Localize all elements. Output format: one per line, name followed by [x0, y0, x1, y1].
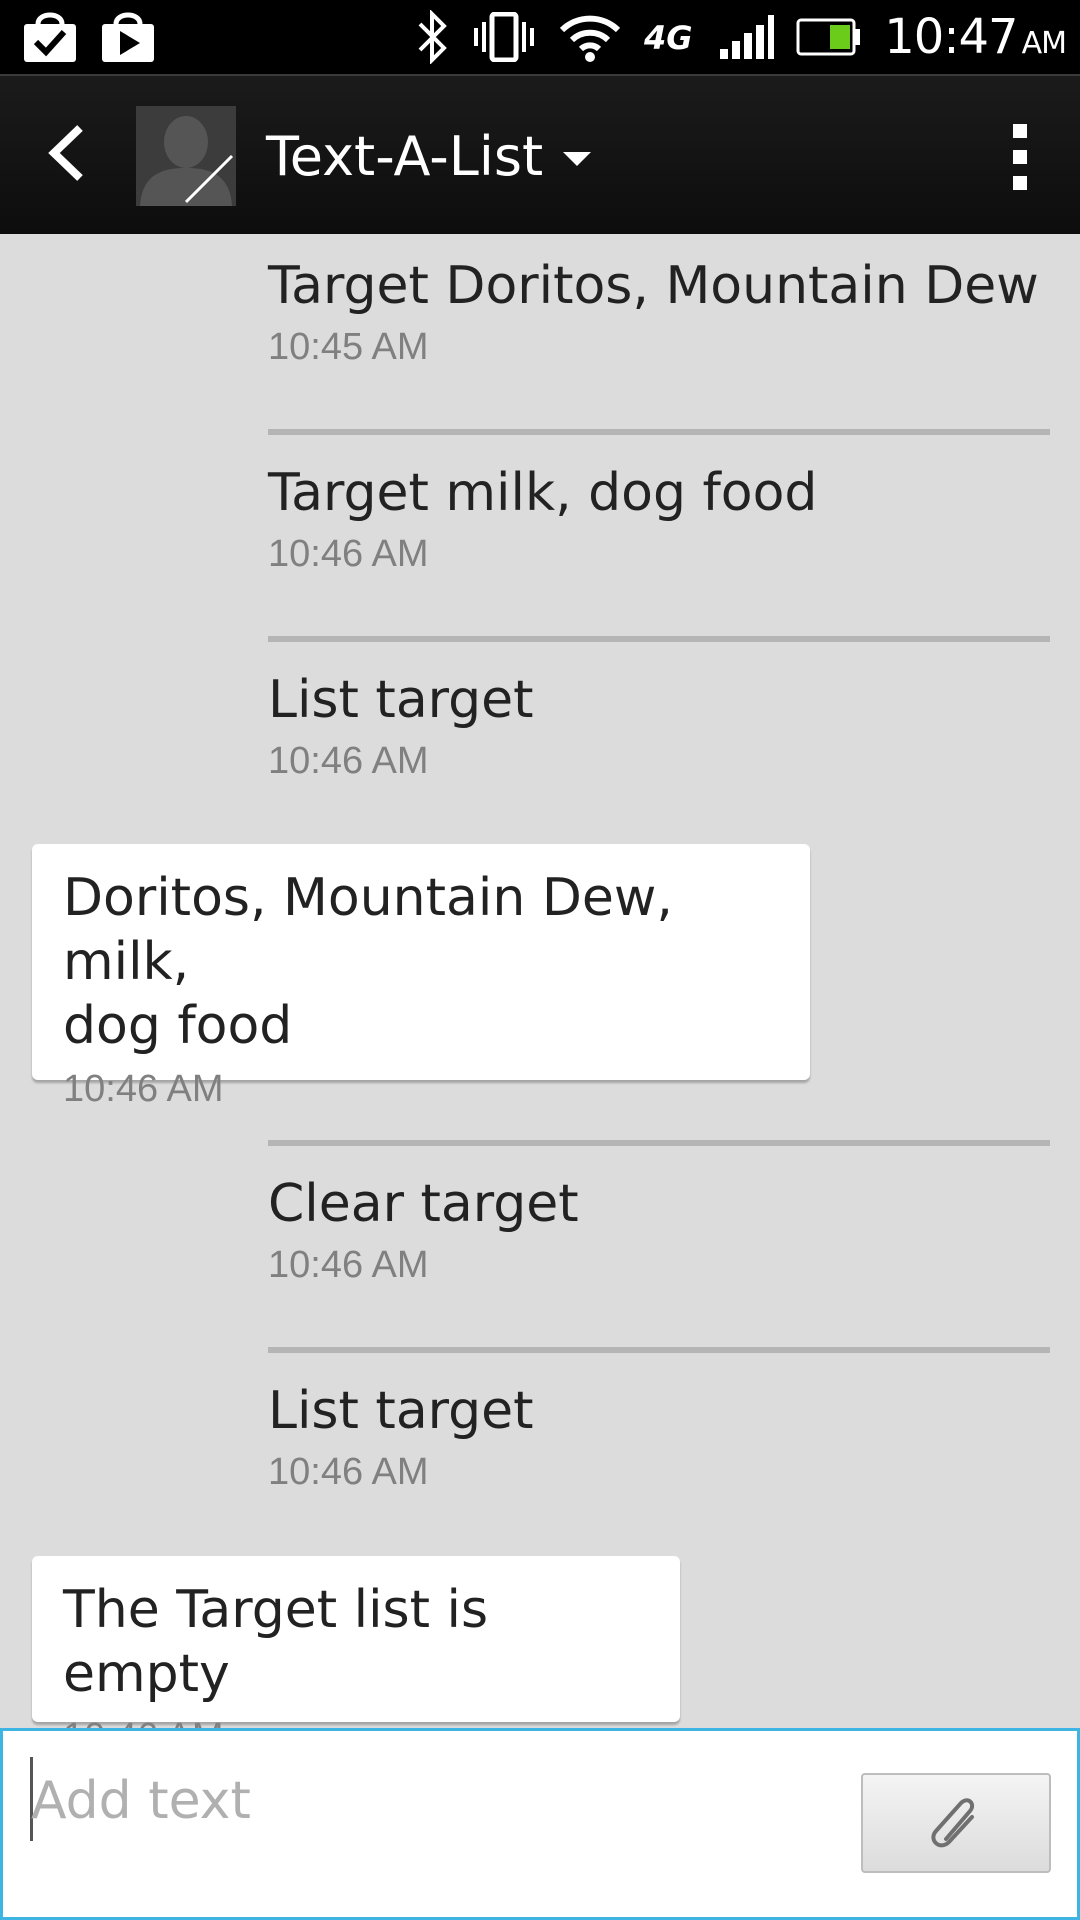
vibrate-icon	[472, 12, 536, 62]
person-silhouette-icon	[136, 106, 236, 206]
message-text: Target milk, dog food	[268, 463, 818, 523]
message-received[interactable]: The Target list is empty 10:46 AM	[32, 1556, 680, 1728]
paperclip-icon	[931, 1798, 975, 1848]
dot	[1013, 124, 1027, 138]
message-divider	[268, 429, 1050, 435]
message-divider	[268, 636, 1050, 642]
dot	[1013, 176, 1027, 190]
message-text: The Target list is empty	[63, 1580, 489, 1704]
status-bar: 4G 10:47 AM	[0, 0, 1080, 74]
message-input[interactable]	[31, 1761, 831, 1841]
shopping-bag-check-icon	[22, 10, 78, 62]
message-sent[interactable]: Target Doritos, Mountain Dew 10:45 AM	[268, 256, 1050, 369]
caret-down-icon	[563, 152, 592, 166]
message-text: List target	[268, 1381, 534, 1441]
chevron-left-icon	[48, 125, 83, 181]
status-time: 10:47 AM	[884, 9, 1067, 65]
conversation-thread[interactable]: Target Doritos, Mountain Dew 10:45 AM Ta…	[0, 234, 1080, 1728]
message-time: 10:45 AM	[268, 326, 429, 368]
message-time: 10:46 AM	[268, 1451, 429, 1493]
conversation-title-dropdown[interactable]: Text-A-List	[266, 76, 592, 236]
message-time: 10:46 AM	[63, 1068, 224, 1110]
message-text: Doritos, Mountain Dew, milk, dog food	[63, 868, 673, 1056]
action-bar: Text-A-List	[0, 74, 1080, 234]
dot	[1013, 150, 1027, 164]
overflow-menu-button[interactable]	[1000, 124, 1040, 190]
battery-icon	[796, 17, 862, 57]
message-time: 10:46 AM	[268, 533, 429, 575]
message-divider	[268, 1347, 1050, 1353]
message-time: 10:46 AM	[63, 1716, 648, 1728]
attach-button[interactable]	[861, 1773, 1051, 1873]
bluetooth-icon	[416, 10, 450, 64]
svg-text:4G: 4G	[644, 19, 693, 57]
message-time: 10:46 AM	[268, 740, 429, 782]
message-divider	[268, 1140, 1050, 1146]
wifi-icon	[558, 12, 622, 62]
message-sent[interactable]: List target 10:46 AM	[268, 1381, 1050, 1494]
play-store-icon	[100, 10, 156, 62]
conversation-title: Text-A-List	[266, 124, 544, 188]
message-text: Clear target	[268, 1174, 579, 1234]
message-sent[interactable]: Target milk, dog food 10:46 AM	[268, 463, 1050, 576]
message-received[interactable]: Doritos, Mountain Dew, milk, dog food 10…	[32, 844, 810, 1110]
contact-avatar[interactable]	[136, 106, 236, 206]
back-button[interactable]	[40, 118, 100, 188]
compose-bar	[0, 1728, 1080, 1920]
signal-icon	[718, 15, 775, 59]
message-text: List target	[268, 670, 534, 730]
message-time: 10:46 AM	[268, 1244, 429, 1286]
4g-icon: 4G	[644, 17, 696, 57]
message-sent[interactable]: Clear target 10:46 AM	[268, 1174, 1050, 1287]
message-text: Target Doritos, Mountain Dew	[268, 256, 1039, 316]
message-sent[interactable]: List target 10:46 AM	[268, 670, 1050, 783]
